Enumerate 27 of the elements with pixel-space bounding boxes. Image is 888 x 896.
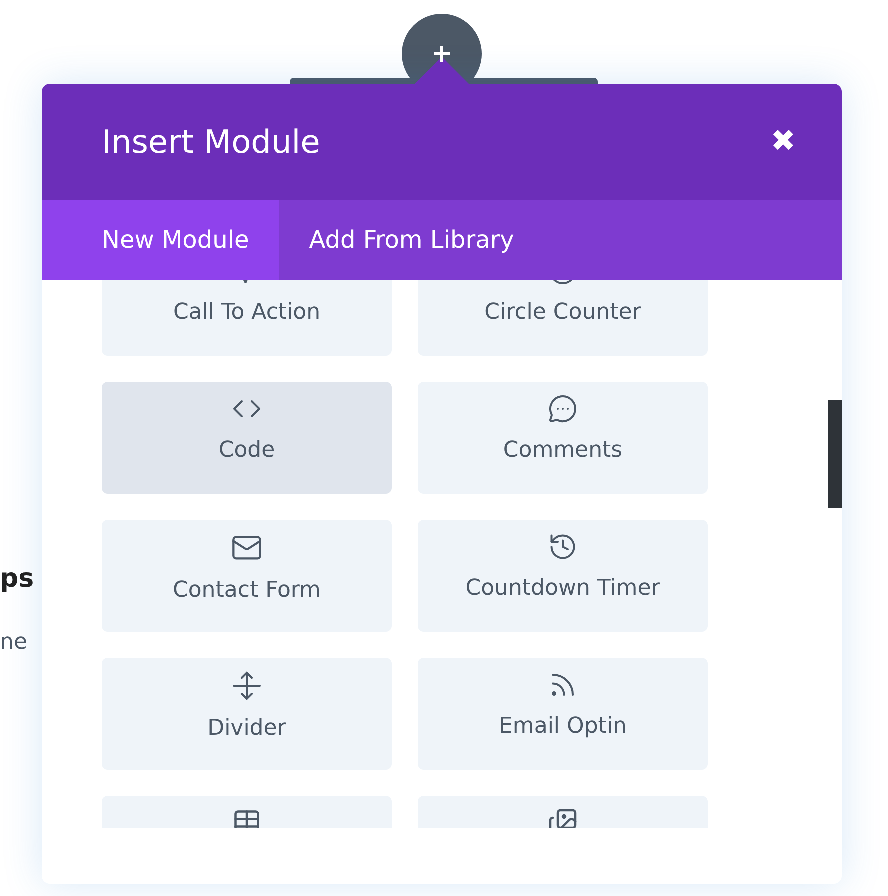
page-body-text: ne <box>0 629 28 657</box>
module-card[interactable]: Comments <box>418 382 708 494</box>
module-card[interactable]: Countdown Timer <box>418 520 708 632</box>
module-label: Divider <box>208 715 286 743</box>
scrollbar-thumb[interactable] <box>828 400 842 508</box>
module-label: Comments <box>503 437 623 465</box>
module-label: Call To Action <box>173 299 321 327</box>
module-card[interactable]: Email Optin <box>418 658 708 770</box>
module-card[interactable]: Call To Action <box>102 280 392 356</box>
tab[interactable]: Add From Library <box>279 200 544 280</box>
module-card[interactable]: Circle Counter <box>418 280 708 356</box>
plus-icon[interactable] <box>432 44 452 64</box>
modal-title: Insert Module <box>102 122 320 163</box>
divider-icon <box>231 670 263 702</box>
page-heading-text: ps <box>0 563 34 596</box>
chat-bubble-icon <box>548 394 578 424</box>
module-label: Email Optin <box>499 713 627 741</box>
tab[interactable]: New Module <box>42 200 280 280</box>
module-card[interactable]: Code <box>102 382 392 494</box>
module-label: Contact Form <box>172 577 321 605</box>
close-button[interactable]: ✖ <box>770 127 796 157</box>
module-label: Code <box>218 437 276 465</box>
module-label: Circle Counter <box>484 299 642 327</box>
module-label: Countdown Timer <box>466 575 660 603</box>
module-card[interactable]: Divider <box>102 658 392 770</box>
module-card[interactable]: Contact Form <box>102 520 392 632</box>
clock-icon <box>548 532 578 562</box>
